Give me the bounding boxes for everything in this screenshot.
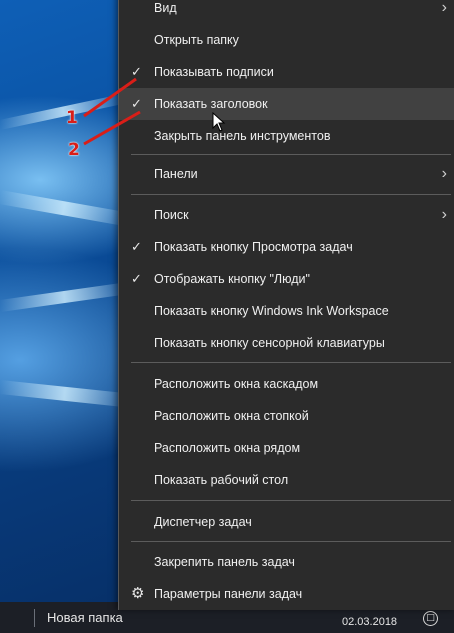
chevron-right-icon: ›: [441, 165, 447, 182]
menu-item-taskbar-settings[interactable]: ⚙ Параметры панели задач: [119, 578, 454, 610]
menu-item-label: Расположить окна каскадом: [154, 377, 319, 391]
taskbar-clock-date[interactable]: 02.03.2018: [342, 616, 397, 628]
menu-item-label: Отображать кнопку "Люди": [154, 272, 310, 286]
mouse-cursor-icon: [212, 112, 226, 132]
menu-item-label: Показать рабочий стол: [154, 473, 289, 487]
menu-item-show-people-button[interactable]: ✓ Отображать кнопку "Люди": [119, 263, 454, 295]
menu-item-close-toolbar[interactable]: Закрыть панель инструментов: [119, 120, 454, 152]
menu-item-label: Показать заголовок: [154, 97, 268, 111]
checkmark-icon: ✓: [131, 239, 142, 254]
menu-item-label: Закрепить панель задач: [154, 555, 295, 569]
checkmark-icon: ✓: [131, 271, 142, 286]
chevron-right-icon: ›: [441, 0, 447, 16]
menu-item-task-manager[interactable]: Диспетчер задач: [119, 506, 454, 538]
menu-item-side-by-side-windows[interactable]: Расположить окна рядом: [119, 432, 454, 464]
menu-item-open-folder[interactable]: Открыть папку: [119, 24, 454, 56]
menu-separator: [131, 154, 451, 155]
annotation-label-2: 2: [68, 140, 80, 160]
chevron-right-icon: ›: [441, 206, 447, 223]
menu-item-label: Показывать подписи: [154, 65, 274, 79]
gear-icon: ⚙: [131, 585, 145, 602]
taskbar-folder-button[interactable]: Новая папка: [47, 610, 123, 625]
checkmark-icon: ✓: [131, 96, 142, 111]
notification-center-icon[interactable]: □: [423, 611, 438, 626]
menu-item-search[interactable]: Поиск ›: [119, 199, 454, 231]
taskbar-separator: [34, 609, 35, 627]
screen: Новая папка 02.03.2018 □ Вид › Открыть п…: [0, 0, 454, 633]
menu-item-toolbars[interactable]: Панели ›: [119, 158, 454, 190]
menu-item-label: Панели: [154, 167, 198, 181]
wallpaper-light-beam: [0, 190, 130, 227]
menu-separator: [131, 362, 451, 363]
menu-item-label: Поиск: [154, 208, 189, 222]
menu-item-stack-windows[interactable]: Расположить окна стопкой: [119, 400, 454, 432]
menu-item-view[interactable]: Вид ›: [119, 0, 454, 24]
annotation-label-1: 1: [66, 108, 78, 128]
menu-item-show-labels[interactable]: ✓ Показывать подписи: [119, 56, 454, 88]
menu-separator: [131, 541, 451, 542]
taskbar-context-menu: Вид › Открыть папку ✓ Показывать подписи…: [118, 0, 454, 610]
menu-item-cascade-windows[interactable]: Расположить окна каскадом: [119, 368, 454, 400]
menu-item-label: Показать кнопку Просмотра задач: [154, 240, 353, 254]
menu-item-label: Закрыть панель инструментов: [154, 129, 331, 143]
menu-item-label: Показать кнопку Windows Ink Workspace: [154, 304, 389, 318]
checkmark-icon: ✓: [131, 64, 142, 79]
menu-item-label: Вид: [154, 1, 177, 15]
menu-item-show-ink-workspace-button[interactable]: Показать кнопку Windows Ink Workspace: [119, 295, 454, 327]
wallpaper-light-beam: [0, 93, 129, 130]
wallpaper-light-beam: [0, 281, 130, 312]
menu-item-show-touch-keyboard-button[interactable]: Показать кнопку сенсорной клавиатуры: [119, 327, 454, 359]
menu-separator: [131, 194, 451, 195]
menu-item-label: Открыть папку: [154, 33, 239, 47]
menu-item-label: Расположить окна рядом: [154, 441, 301, 455]
wallpaper-light-beam: [0, 380, 131, 408]
menu-item-label: Диспетчер задач: [154, 515, 252, 529]
menu-separator: [131, 500, 451, 501]
menu-item-show-desktop[interactable]: Показать рабочий стол: [119, 464, 454, 496]
menu-item-show-task-view-button[interactable]: ✓ Показать кнопку Просмотра задач: [119, 231, 454, 263]
menu-item-label: Расположить окна стопкой: [154, 409, 309, 423]
menu-item-show-title[interactable]: ✓ Показать заголовок: [119, 88, 454, 120]
menu-item-label: Показать кнопку сенсорной клавиатуры: [154, 336, 385, 350]
menu-item-label: Параметры панели задач: [154, 587, 303, 601]
menu-item-lock-taskbar[interactable]: Закрепить панель задач: [119, 546, 454, 578]
